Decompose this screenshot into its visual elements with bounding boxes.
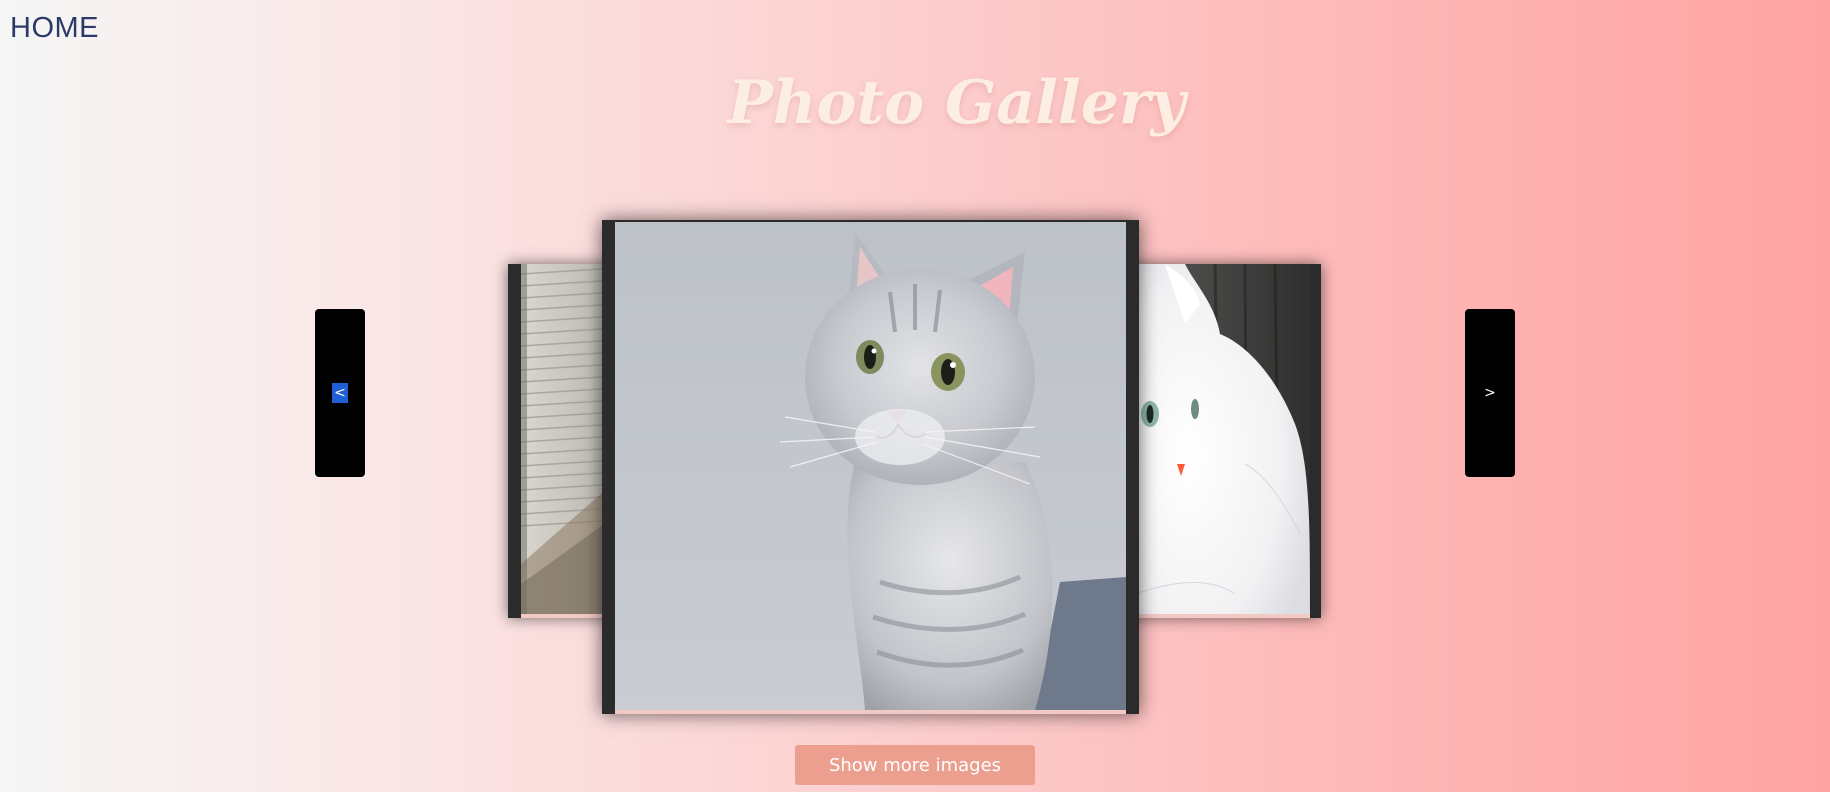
- home-link[interactable]: HOME: [10, 12, 99, 45]
- chevron-right-icon: >: [1484, 385, 1496, 401]
- show-more-images-button[interactable]: Show more images: [795, 745, 1035, 785]
- white-persian-cat-photo: [1125, 264, 1310, 614]
- gallery-slide-center[interactable]: [602, 220, 1139, 714]
- page-title: Photo Gallery: [727, 68, 1186, 138]
- next-slide-button[interactable]: >: [1465, 309, 1515, 477]
- gray-tabby-cat-photo: [615, 222, 1126, 710]
- slide-edge: [615, 710, 1126, 714]
- gallery-slide-right[interactable]: [1125, 264, 1321, 618]
- slide-edge: [1125, 614, 1310, 618]
- previous-slide-button[interactable]: <: [315, 309, 365, 477]
- chevron-left-icon: <: [332, 383, 348, 403]
